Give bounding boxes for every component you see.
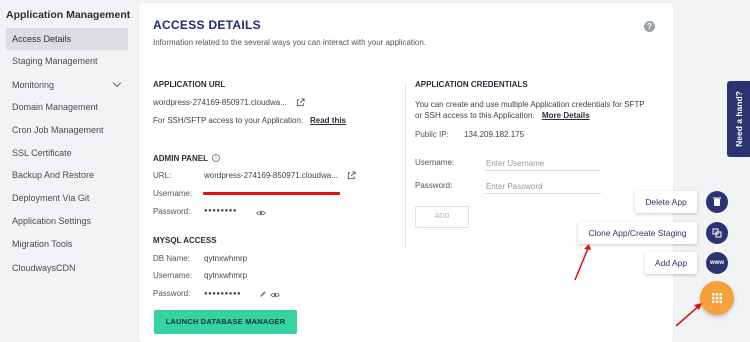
sidebar-item-label: SSL Certificate — [12, 148, 72, 158]
cred-password-label: Password: — [415, 181, 453, 190]
launch-database-manager-button[interactable]: LAUNCH DATABASE MANAGER — [154, 310, 297, 334]
column-divider — [405, 83, 406, 248]
db-name-value: qytnxwhmrp — [204, 254, 248, 263]
delete-app-circle[interactable] — [706, 191, 728, 213]
admin-password-value: ●●●●●●●● — [204, 208, 237, 214]
admin-url-label: URL: — [153, 171, 172, 180]
sidebar-item-access-details[interactable]: Access Details — [6, 28, 128, 50]
sidebar-item-label: Deployment Via Git — [12, 193, 90, 203]
chevron-down-icon — [112, 78, 122, 88]
sidebar-item-label: Application Settings — [12, 216, 92, 226]
ssh-info-text: For SSH/SFTP access to your Application. — [153, 116, 304, 125]
page-title: ACCESS DETAILS — [153, 18, 261, 32]
clone-icon — [712, 228, 722, 238]
sidebar-item-application-settings[interactable]: Application Settings — [6, 210, 128, 232]
www-icon[interactable]: www — [706, 252, 728, 274]
admin-password-label: Password: — [153, 207, 191, 216]
sidebar-item-ssl-certificate[interactable]: SSL Certificate — [6, 142, 128, 164]
clone-app-circle[interactable] — [706, 222, 728, 244]
mysql-access-heading: MYSQL ACCESS — [153, 236, 217, 245]
admin-panel-heading: ADMIN PANEL — [153, 154, 208, 163]
sidebar-item-label: Access Details — [12, 34, 72, 44]
sidebar-item-label: Domain Management — [12, 102, 99, 112]
sidebar-item-label: Monitoring — [12, 80, 55, 90]
application-url-link[interactable]: wordpress-274169-850971.cloudwa... — [153, 98, 287, 107]
sidebar-item-deployment-via-git[interactable]: Deployment Via Git — [6, 187, 128, 209]
db-username-value: qytnxwhmrp — [204, 271, 248, 280]
trash-icon — [713, 197, 721, 206]
eye-icon[interactable] — [256, 209, 266, 217]
admin-url-link[interactable]: wordpress-274169-850971.cloudwa... — [204, 171, 338, 180]
sidebar-item-label: CloudwaysCDN — [12, 263, 76, 273]
help-icon[interactable]: ? — [644, 21, 655, 32]
admin-username-label: Username: — [153, 189, 193, 198]
username-input[interactable] — [485, 156, 601, 171]
sidebar-item-cloudwayscdn[interactable]: CloudwaysCDN — [6, 257, 128, 279]
sidebar-item-label: Backup And Restore — [12, 170, 95, 180]
need-a-hand-label: Need a hand? — [733, 91, 744, 147]
sidebar-item-label: Staging Management — [12, 56, 98, 66]
eye-icon[interactable] — [270, 291, 280, 299]
db-password-label: Password: — [153, 289, 191, 298]
sidebar-item-label: Cron Job Management — [12, 125, 104, 135]
credentials-description-line2: or SSH access to this Application. — [415, 111, 535, 120]
public-ip-value: 134.209.182.175 — [464, 130, 525, 139]
sidebar-item-label: Migration Tools — [12, 239, 73, 249]
public-ip-label: Public IP: — [415, 130, 449, 139]
external-link-icon[interactable] — [347, 171, 356, 180]
db-name-label: DB Name: — [153, 254, 190, 263]
application-url-heading: APPLICATION URL — [153, 80, 226, 89]
sidebar-item-migration-tools[interactable]: Migration Tools — [6, 233, 128, 255]
db-password-value: ●●●●●●●●● — [204, 291, 242, 297]
cred-username-label: Username: — [415, 158, 455, 167]
sidebar-item-domain-management[interactable]: Domain Management — [6, 96, 128, 118]
sidebar: Application Management Access Details St… — [0, 0, 132, 342]
delete-app-button[interactable]: Delete App — [635, 191, 697, 213]
add-app-button[interactable]: Add App — [645, 252, 697, 274]
password-input[interactable] — [485, 179, 601, 194]
page-subtitle: Information related to the several ways … — [153, 38, 427, 47]
sidebar-item-staging-management[interactable]: Staging Management — [6, 50, 128, 72]
add-credentials-button[interactable]: ADD — [415, 206, 469, 228]
external-link-icon[interactable] — [296, 98, 305, 107]
info-icon[interactable]: i — [212, 154, 220, 162]
redacted-username-mark — [203, 192, 340, 195]
sidebar-item-backup-and-restore[interactable]: Backup And Restore — [6, 164, 128, 186]
read-this-link[interactable]: Read this — [310, 116, 346, 125]
application-credentials-heading: APPLICATION CREDENTIALS — [415, 80, 528, 89]
access-details-card: ACCESS DETAILS Information related to th… — [139, 3, 673, 342]
annotation-arrow-clone — [574, 244, 591, 281]
more-details-link[interactable]: More Details — [542, 111, 590, 120]
sidebar-item-cron-job-management[interactable]: Cron Job Management — [6, 119, 128, 141]
pencil-icon[interactable] — [259, 290, 267, 298]
credentials-description-line1: You can create and use multiple Applicat… — [415, 100, 645, 109]
sidebar-heading: Application Management — [6, 9, 131, 21]
annotation-arrow-fab — [675, 303, 702, 327]
need-a-hand-tab[interactable]: Need a hand? — [727, 81, 750, 157]
db-username-label: Username: — [153, 271, 193, 280]
sidebar-item-monitoring[interactable]: Monitoring — [6, 74, 128, 96]
